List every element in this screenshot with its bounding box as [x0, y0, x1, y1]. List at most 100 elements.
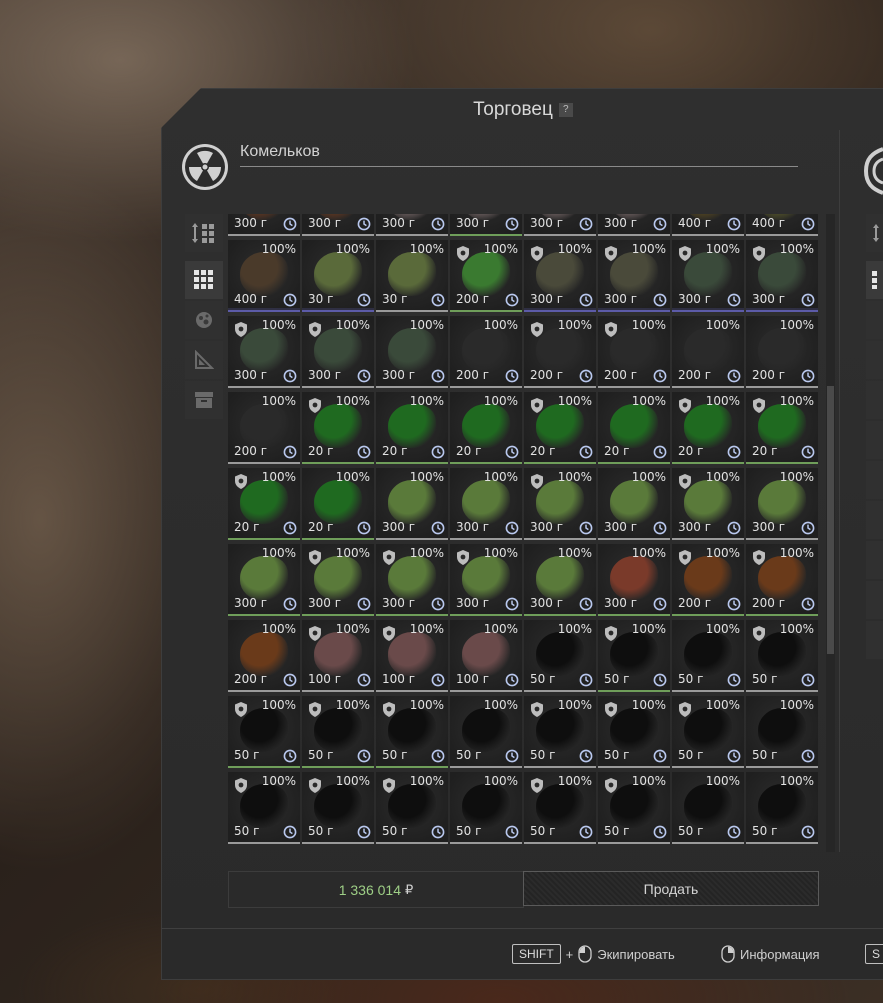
inventory-item[interactable]: 100% 50 г	[376, 696, 448, 768]
item-durability: 100%	[409, 394, 444, 408]
opponent-tab-5[interactable]	[866, 381, 883, 419]
inventory-item[interactable]: 300 г	[228, 214, 300, 236]
inventory-item[interactable]: 100% 400 г	[228, 240, 300, 312]
tab-artifacts[interactable]	[185, 301, 223, 339]
inventory-item[interactable]: 100% 30 г	[302, 240, 374, 312]
inventory-item[interactable]: 100% 20 г	[302, 468, 374, 540]
inventory-item[interactable]: 100% 50 г	[598, 620, 670, 692]
help-icon[interactable]: ?	[558, 102, 573, 117]
inventory-item[interactable]: 100% 50 г	[672, 772, 744, 844]
tab-all-items[interactable]	[185, 261, 223, 299]
inventory-item[interactable]: 100% 200 г	[746, 544, 818, 616]
inventory-item[interactable]: 100% 300 г	[598, 468, 670, 540]
inventory-item[interactable]: 100% 20 г	[746, 392, 818, 464]
inventory-item[interactable]: 100% 100 г	[376, 620, 448, 692]
opponent-tab-4[interactable]	[866, 341, 883, 379]
inventory-item[interactable]: 100% 300 г	[746, 240, 818, 312]
inventory-item[interactable]: 100% 300 г	[376, 316, 448, 388]
inventory-item[interactable]: 100% 200 г	[450, 240, 522, 312]
inventory-item[interactable]: 100% 50 г	[746, 620, 818, 692]
inventory-item[interactable]: 100% 200 г	[598, 316, 670, 388]
artifact-image	[758, 480, 806, 524]
inventory-item[interactable]: 300 г	[302, 214, 374, 236]
inventory-item[interactable]: 100% 300 г	[524, 544, 596, 616]
inventory-item[interactable]: 100% 200 г	[524, 316, 596, 388]
inventory-item[interactable]: 100% 300 г	[598, 240, 670, 312]
inventory-item[interactable]: 100% 50 г	[228, 772, 300, 844]
inventory-item[interactable]: 100% 200 г	[450, 316, 522, 388]
inventory-item[interactable]: 300 г	[450, 214, 522, 236]
inventory-item[interactable]: 300 г	[598, 214, 670, 236]
inventory-item[interactable]: 100% 300 г	[672, 468, 744, 540]
inventory-item[interactable]: 100% 300 г	[228, 544, 300, 616]
inventory-item[interactable]: 100% 30 г	[376, 240, 448, 312]
inventory-item[interactable]: 100% 50 г	[450, 696, 522, 768]
inventory-item[interactable]: 100% 200 г	[746, 316, 818, 388]
inventory-item[interactable]: 100% 100 г	[450, 620, 522, 692]
opponent-tab-8[interactable]	[866, 501, 883, 539]
inventory-item[interactable]: 100% 300 г	[302, 316, 374, 388]
inventory-item[interactable]: 100% 300 г	[672, 240, 744, 312]
inventory-item[interactable]: 100% 20 г	[228, 468, 300, 540]
artifact-image	[684, 784, 732, 828]
inventory-item[interactable]: 100% 50 г	[524, 772, 596, 844]
inventory-item[interactable]: 100% 50 г	[524, 620, 596, 692]
opponent-tab-6[interactable]	[866, 421, 883, 459]
inventory-item[interactable]: 100% 20 г	[450, 392, 522, 464]
opponent-tab-all[interactable]	[866, 261, 883, 299]
inventory-item[interactable]: 100% 20 г	[302, 392, 374, 464]
inventory-item[interactable]: 300 г	[376, 214, 448, 236]
opponent-tab-10[interactable]	[866, 581, 883, 619]
inventory-item[interactable]: 100% 20 г	[524, 392, 596, 464]
inventory-item[interactable]: 100% 50 г	[524, 696, 596, 768]
artifact-image	[388, 480, 436, 524]
inventory-item[interactable]: 100% 200 г	[672, 316, 744, 388]
opponent-tab-3[interactable]	[866, 301, 883, 339]
item-durability: 100%	[705, 546, 740, 560]
inventory-item[interactable]: 100% 50 г	[598, 772, 670, 844]
items-scrollbar[interactable]	[826, 214, 835, 852]
tab-blueprints[interactable]	[185, 341, 223, 379]
inventory-item[interactable]: 100% 50 г	[302, 772, 374, 844]
inventory-item[interactable]: 100% 300 г	[376, 468, 448, 540]
inventory-item[interactable]: 100% 50 г	[746, 696, 818, 768]
inventory-item[interactable]: 100% 50 г	[376, 772, 448, 844]
inventory-item[interactable]: 100% 50 г	[450, 772, 522, 844]
inventory-item[interactable]: 100% 50 г	[672, 696, 744, 768]
inventory-item[interactable]: 100% 20 г	[672, 392, 744, 464]
inventory-item[interactable]: 100% 50 г	[746, 772, 818, 844]
artifact-image	[610, 404, 658, 448]
scrollbar-thumb[interactable]	[827, 386, 834, 654]
inventory-item[interactable]: 100% 50 г	[598, 696, 670, 768]
inventory-item[interactable]: 100% 50 г	[672, 620, 744, 692]
opponent-sort-tab[interactable]	[866, 214, 883, 252]
inventory-item[interactable]: 100% 300 г	[524, 468, 596, 540]
inventory-item[interactable]: 100% 300 г	[302, 544, 374, 616]
inventory-item[interactable]: 100% 50 г	[228, 696, 300, 768]
inventory-item[interactable]: 100% 20 г	[376, 392, 448, 464]
inventory-item[interactable]: 100% 300 г	[524, 240, 596, 312]
clock-icon	[653, 521, 667, 535]
item-price: 20 г	[678, 444, 704, 458]
tab-containers[interactable]	[185, 381, 223, 419]
inventory-item[interactable]: 100% 300 г	[598, 544, 670, 616]
sort-tab[interactable]	[185, 214, 223, 252]
inventory-item[interactable]: 100% 300 г	[376, 544, 448, 616]
inventory-item[interactable]: 100% 300 г	[228, 316, 300, 388]
inventory-item[interactable]: 100% 200 г	[228, 620, 300, 692]
inventory-item[interactable]: 100% 200 г	[672, 544, 744, 616]
inventory-item[interactable]: 100% 200 г	[228, 392, 300, 464]
inventory-item[interactable]: 100% 300 г	[450, 544, 522, 616]
opponent-tab-11[interactable]	[866, 621, 883, 659]
inventory-item[interactable]: 100% 50 г	[302, 696, 374, 768]
opponent-tab-9[interactable]	[866, 541, 883, 579]
opponent-tab-7[interactable]	[866, 461, 883, 499]
inventory-item[interactable]: 100% 100 г	[302, 620, 374, 692]
inventory-item[interactable]: 100% 20 г	[598, 392, 670, 464]
inventory-item[interactable]: 100% 300 г	[746, 468, 818, 540]
inventory-item[interactable]: 400 г	[672, 214, 744, 236]
sell-button[interactable]: Продать	[523, 871, 819, 906]
inventory-item[interactable]: 400 г	[746, 214, 818, 236]
inventory-item[interactable]: 300 г	[524, 214, 596, 236]
inventory-item[interactable]: 100% 300 г	[450, 468, 522, 540]
